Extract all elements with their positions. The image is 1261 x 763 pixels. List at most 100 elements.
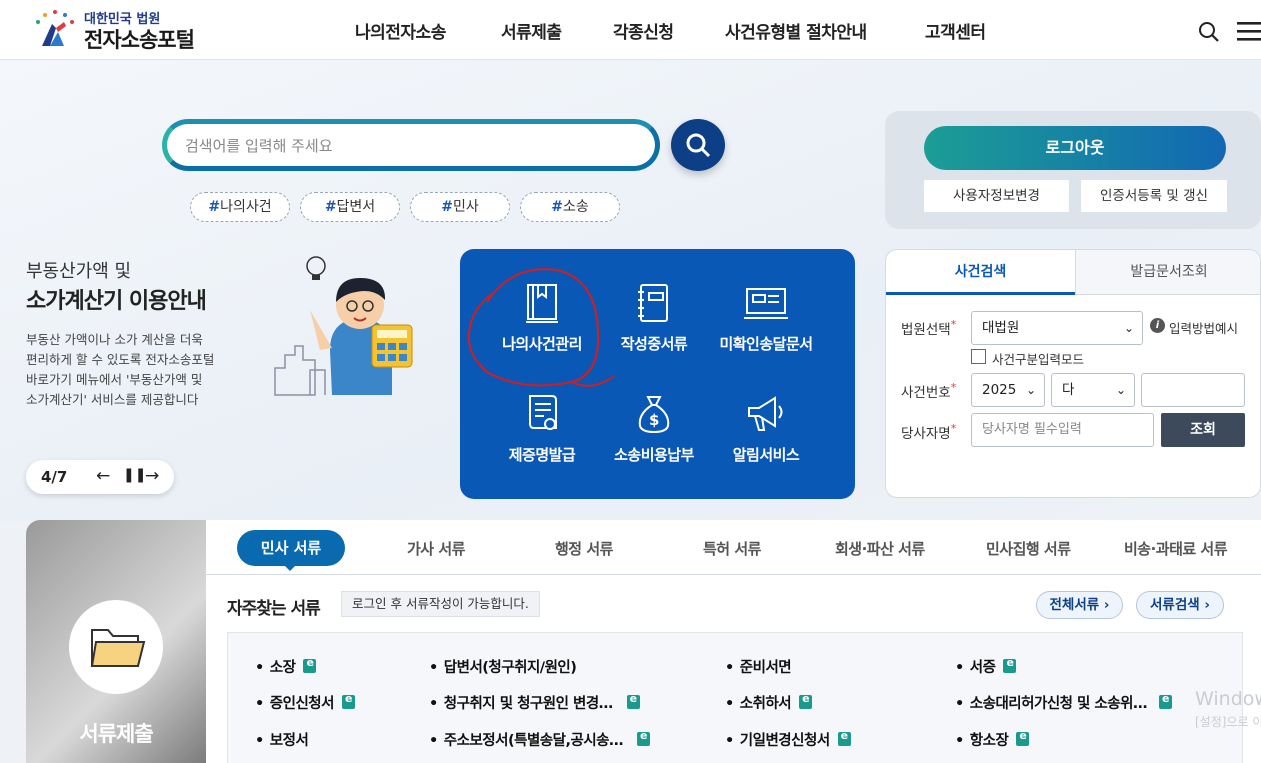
court-select[interactable]: 대법원 ⌄ (971, 311, 1143, 345)
doc-item[interactable]: • 청구취지 및 청구원인 변경… (429, 692, 640, 713)
quick-menu-label: 소송비용납부 (614, 446, 694, 464)
quick-unread-service-docs[interactable]: 미확인송달문서 (701, 283, 831, 354)
party-name-label: 당사자명* (901, 422, 957, 442)
search-input[interactable] (185, 133, 625, 159)
pager-count: 4/7 (41, 468, 68, 486)
doc-item[interactable]: • 소장 (255, 656, 317, 677)
case-number-input[interactable] (1141, 373, 1245, 407)
pause-icon[interactable]: ❚❚ (123, 467, 146, 483)
doc-item-label: 소장 (269, 660, 296, 676)
site-logo[interactable]: 대한민국 법원 전자소송포털 (30, 6, 210, 52)
doc-item[interactable]: • 항소장 (955, 729, 1030, 750)
search-tag-label: 민사 (452, 199, 479, 215)
search-tag[interactable]: #소송 (520, 192, 620, 222)
search-icon[interactable] (1197, 20, 1221, 44)
tab-nonlitigation-fine-docs[interactable]: 비송·과태료 서류 (1124, 538, 1228, 559)
tab-patent-docs[interactable]: 특허 서류 (703, 538, 761, 559)
doc-item[interactable]: • 준비서면 (725, 656, 792, 677)
doc-item-label: 기일변경신청서 (739, 733, 830, 749)
prev-arrow-icon[interactable]: ← (96, 466, 110, 486)
search-icon (686, 133, 711, 158)
megaphone-icon (748, 396, 783, 431)
e-form-icon (341, 692, 355, 709)
logout-button[interactable]: 로그아웃 (924, 126, 1226, 170)
party-name-label-text: 당사자명 (901, 426, 951, 442)
watermark-line1: Windows 정품 인증 (1195, 688, 1261, 710)
search-tag-label: 소송 (562, 199, 589, 215)
folder-icon (69, 600, 163, 694)
nav-customer-center[interactable]: 고객센터 (925, 18, 986, 43)
tab-issued-doc-lookup[interactable]: 발급문서조회 (1075, 250, 1260, 295)
info-icon[interactable]: i (1150, 318, 1165, 333)
doc-item[interactable]: • 서증 (955, 656, 1017, 677)
doc-item[interactable]: • 답변서(청구취지/원인) (429, 656, 577, 677)
case-type-select[interactable]: 다 ⌄ (1051, 373, 1135, 407)
all-documents-label: 전체서류 (1049, 597, 1100, 613)
doc-item-label: 항소장 (969, 733, 1009, 749)
quick-litigation-fee-payment[interactable]: $ 소송비용납부 (589, 394, 719, 465)
menu-icon[interactable] (1237, 21, 1261, 41)
e-form-icon (626, 692, 640, 709)
e-form-icon (637, 729, 650, 746)
input-example-link[interactable]: 입력방법예시 (1169, 318, 1238, 337)
chevron-down-icon: ⌄ (1123, 321, 1134, 335)
party-name-input[interactable]: 당사자명 필수입력 (971, 413, 1154, 447)
next-arrow-icon[interactable]: → (145, 466, 159, 486)
doc-item[interactable]: • 소취하서 (725, 692, 813, 713)
doc-item[interactable]: • 보정서 (255, 729, 309, 750)
red-hand-drawn-circle (467, 268, 615, 387)
quick-menu-label: 미확인송달문서 (719, 335, 813, 353)
case-type-mode-label: 사건구분입력모드 (992, 352, 1085, 367)
search-tag[interactable]: #답변서 (300, 192, 400, 222)
tab-rehabilitation-bankruptcy-docs[interactable]: 회생·파산 서류 (835, 538, 925, 559)
quick-notification-service[interactable]: 알림서비스 (701, 394, 831, 465)
tab-divider (206, 574, 1261, 575)
e-form-icon (1003, 656, 1017, 673)
doc-item-label: 소취하서 (739, 696, 792, 712)
tab-administrative-docs[interactable]: 행정 서류 (555, 538, 613, 559)
e-form-icon (837, 729, 851, 746)
search-tag-label: 답변서 (336, 199, 376, 215)
case-year-select[interactable]: 2025 ⌄ (971, 373, 1045, 407)
document-submit-banner[interactable]: 서류제출 (26, 520, 206, 763)
court-emblem-icon (36, 10, 74, 46)
promo-title-line1: 부동산가액 및 (26, 261, 132, 282)
doc-item[interactable]: • 증인신청서 (255, 692, 355, 713)
doc-item-label: 증인신청서 (269, 696, 335, 712)
nav-case-procedure-guide[interactable]: 사건유형별 절차안내 (725, 18, 867, 43)
search-tag[interactable]: #민사 (410, 192, 510, 222)
quick-menu-label: 작성중서류 (620, 335, 688, 353)
monitor-icon (744, 288, 788, 319)
doc-item[interactable]: • 주소보정서(특별송달,공시송… (429, 729, 650, 750)
quick-menu-label: 제증명발급 (508, 446, 576, 464)
court-select-value: 대법원 (982, 320, 1020, 336)
money-bag-icon: $ (638, 396, 670, 434)
nav-applications[interactable]: 각종신청 (613, 18, 674, 43)
doc-item[interactable]: • 소송대리허가신청 및 소송위… (955, 692, 1172, 713)
nav-my-litigation[interactable]: 나의전자소송 (355, 18, 446, 43)
doc-item-label: 답변서(청구취지/원인) (443, 660, 577, 676)
tab-civil-docs[interactable]: 민사 서류 (237, 530, 345, 566)
case-search-submit-button[interactable]: 조회 (1161, 413, 1245, 447)
tab-case-search[interactable]: 사건검색 (886, 250, 1075, 295)
tab-civil-execution-docs[interactable]: 민사집행 서류 (986, 538, 1071, 559)
document-submit-title: 서류제출 (79, 722, 153, 746)
doc-item[interactable]: • 기일변경신청서 (725, 729, 851, 750)
certificate-register-button[interactable]: 인증서등록 및 갱신 (1081, 180, 1227, 212)
case-type-mode-checkbox[interactable] (971, 349, 986, 364)
windows-activation-watermark: Windows 정품 인증 [설정]으로 이동하여 Windows를 정품 인증… (1195, 684, 1261, 728)
main-search-box (162, 119, 660, 171)
quick-certificate-issuance[interactable]: 제증명발급 (477, 394, 607, 465)
edit-profile-button[interactable]: 사용자정보변경 (924, 180, 1069, 212)
case-year-value: 2025 (982, 382, 1017, 398)
doc-item-label: 청구취지 및 청구원인 변경… (443, 696, 613, 712)
all-documents-button: 전체서류 › (1036, 591, 1123, 619)
nav-document-submit[interactable]: 서류제출 (501, 18, 562, 43)
case-type-value: 다 (1062, 382, 1075, 398)
promo-title-line2[interactable]: 소가계산기 이용안내 (26, 283, 207, 315)
search-tag[interactable]: #나의사건 (190, 192, 290, 222)
court-label-text: 법원선택 (901, 322, 951, 338)
search-tag-label: 나의사건 (220, 199, 272, 215)
tab-family-docs[interactable]: 가사 서류 (407, 538, 465, 559)
search-button[interactable] (671, 119, 725, 171)
